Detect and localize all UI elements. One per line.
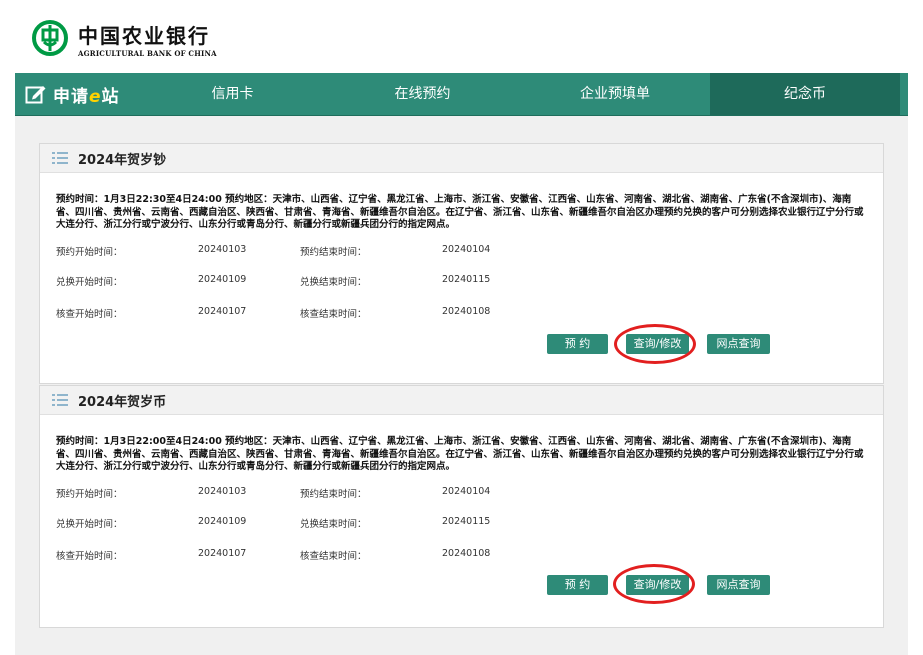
verify-end-value: 20240108 (442, 306, 491, 317)
reservation-description: 预约时间：1月3日22:30至4日24:00 预约地区：天津市、山西省、辽宁省、… (56, 194, 864, 230)
nav-item-commemorative-coin[interactable]: 纪念币 (710, 73, 900, 115)
reserve-end-label: 预约结束时间： (300, 489, 367, 500)
card-header: 2024年贺岁钞 (40, 144, 883, 173)
card-header: 2024年贺岁币 (40, 386, 883, 415)
highlight-ring (614, 324, 696, 364)
brand-label: 申请e站 (53, 86, 120, 107)
edit-icon (25, 86, 46, 104)
bank-name-en: AGRICULTURAL BANK OF CHINA (78, 49, 217, 58)
page-header: 中国农业银行 AGRICULTURAL BANK OF CHINA (0, 0, 923, 72)
exchange-start-value: 20240109 (198, 274, 247, 285)
verify-end-label: 核查结束时间： (300, 551, 367, 562)
exchange-start-label: 兑换开始时间： (56, 519, 123, 530)
list-icon (52, 152, 68, 164)
verify-start-label: 核查开始时间： (56, 309, 123, 320)
reserve-start-value: 20240103 (198, 244, 247, 255)
reserve-button[interactable]: 预 约 (547, 334, 608, 354)
abc-logo-icon (32, 20, 68, 56)
nav-item-credit-card[interactable]: 信用卡 (160, 73, 305, 115)
verify-start-label: 核查开始时间： (56, 551, 123, 562)
highlight-ring (613, 564, 695, 604)
list-icon (52, 394, 68, 406)
reservation-description: 预约时间：1月3日22:00至4日24:00 预约地区：天津市、山西省、辽宁省、… (56, 436, 864, 472)
nav-brand[interactable]: 申请e站 (15, 73, 160, 115)
card-title: 2024年贺岁钞 (78, 152, 167, 168)
bank-name-cn: 中国农业银行 (78, 24, 210, 48)
nav-item-online-reservation[interactable]: 在线预约 (325, 73, 520, 115)
card-title: 2024年贺岁币 (78, 394, 167, 410)
exchange-start-value: 20240109 (198, 516, 247, 527)
reservation-card: 2024年贺岁钞 预约时间：1月3日22:30至4日24:00 预约地区：天津市… (39, 143, 884, 384)
reserve-end-value: 20240104 (442, 486, 491, 497)
content-area: 2024年贺岁钞 预约时间：1月3日22:30至4日24:00 预约地区：天津市… (15, 116, 908, 655)
reserve-start-value: 20240103 (198, 486, 247, 497)
branch-query-button[interactable]: 网点查询 (707, 334, 770, 354)
verify-end-label: 核查结束时间： (300, 309, 367, 320)
reservation-card: 2024年贺岁币 预约时间：1月3日22:00至4日24:00 预约地区：天津市… (39, 385, 884, 628)
nav-item-enterprise-form[interactable]: 企业预填单 (520, 73, 710, 115)
exchange-end-value: 20240115 (442, 516, 491, 527)
verify-start-value: 20240107 (198, 306, 247, 317)
exchange-end-value: 20240115 (442, 274, 491, 285)
main-nav: 申请e站 信用卡 在线预约 企业预填单 纪念币 (15, 73, 908, 116)
verify-end-value: 20240108 (442, 548, 491, 559)
reserve-start-label: 预约开始时间： (56, 247, 123, 258)
exchange-start-label: 兑换开始时间： (56, 277, 123, 288)
verify-start-value: 20240107 (198, 548, 247, 559)
reserve-button[interactable]: 预 约 (547, 575, 608, 595)
branch-query-button[interactable]: 网点查询 (707, 575, 770, 595)
exchange-end-label: 兑换结束时间： (300, 519, 367, 530)
reserve-end-value: 20240104 (442, 244, 491, 255)
reserve-end-label: 预约结束时间： (300, 247, 367, 258)
exchange-end-label: 兑换结束时间： (300, 277, 367, 288)
reserve-start-label: 预约开始时间： (56, 489, 123, 500)
